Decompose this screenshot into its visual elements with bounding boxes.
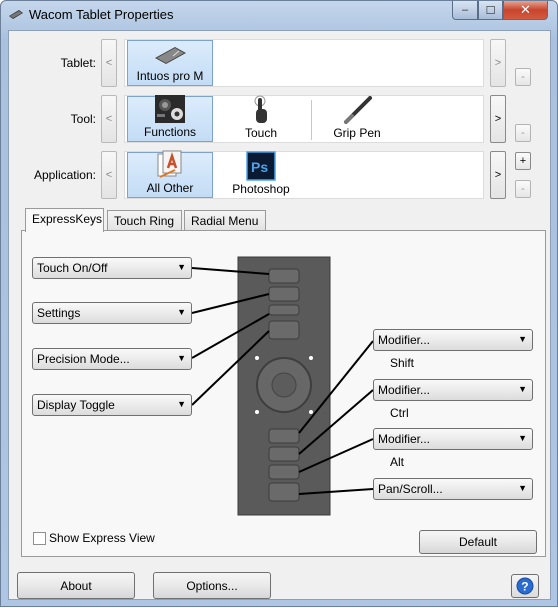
expresskey-5-dropdown[interactable]: Modifier... ▼ <box>373 329 533 351</box>
expresskey-7-value: Modifier... <box>378 432 431 446</box>
expresskey-7-dropdown[interactable]: Modifier... ▼ <box>373 428 533 450</box>
expresskey-6-value: Modifier... <box>378 383 431 397</box>
show-express-view-label: Show Express View <box>49 531 155 545</box>
svg-text:?: ? <box>521 580 528 594</box>
expresskey-5-value: Modifier... <box>378 333 431 347</box>
help-button[interactable]: ? <box>511 574 539 598</box>
expresskey-2 <box>268 286 300 302</box>
expresskey-2-value: Settings <box>37 306 81 320</box>
about-button[interactable]: About <box>17 572 135 599</box>
expresskey-3 <box>268 304 300 316</box>
expresskey-5 <box>268 428 300 444</box>
ring-led-4 <box>309 410 313 414</box>
chevron-down-icon: ▼ <box>518 433 527 443</box>
chevron-down-icon: ▼ <box>177 353 186 363</box>
expresskey-1 <box>268 268 300 284</box>
chevron-down-icon: ▼ <box>518 483 527 493</box>
expresskey-7-modifier-label: Alt <box>390 455 405 469</box>
expresskey-6-dropdown[interactable]: Modifier... ▼ <box>373 379 533 401</box>
expresskey-6 <box>268 446 300 462</box>
show-express-view-checkbox[interactable] <box>33 532 46 545</box>
ring-led-3 <box>255 410 259 414</box>
expresskey-3-dropdown[interactable]: Precision Mode... ▼ <box>32 348 192 370</box>
expresskey-3-value: Precision Mode... <box>37 352 130 366</box>
ring-led-2 <box>309 356 313 360</box>
expresskey-1-dropdown[interactable]: Touch On/Off ▼ <box>32 257 192 279</box>
default-button[interactable]: Default <box>419 530 537 554</box>
help-icon: ? <box>516 577 534 595</box>
tab-expresskeys[interactable]: ExpressKeys <box>25 208 104 232</box>
expresskey-1-value: Touch On/Off <box>37 261 108 275</box>
touch-ring-center <box>271 372 297 398</box>
chevron-down-icon: ▼ <box>177 262 186 272</box>
expresskey-4-dropdown[interactable]: Display Toggle ▼ <box>32 394 192 416</box>
expresskey-6-modifier-label: Ctrl <box>390 406 409 420</box>
wacom-properties-window: Wacom Tablet Properties – ☐ ✕ Tablet: < … <box>0 0 558 607</box>
expresskey-2-dropdown[interactable]: Settings ▼ <box>32 302 192 324</box>
ring-led-1 <box>255 356 259 360</box>
chevron-down-icon: ▼ <box>518 334 527 344</box>
chevron-down-icon: ▼ <box>177 307 186 317</box>
expresskey-5-modifier-label: Shift <box>390 356 415 370</box>
expresskey-4-value: Display Toggle <box>37 398 115 412</box>
expresskey-8 <box>268 482 300 502</box>
expresskey-8-dropdown[interactable]: Pan/Scroll... ▼ <box>373 478 533 500</box>
expresskey-7 <box>268 464 300 480</box>
options-button[interactable]: Options... <box>153 572 271 599</box>
chevron-down-icon: ▼ <box>177 399 186 409</box>
expresskey-4 <box>268 320 300 340</box>
expresskey-8-value: Pan/Scroll... <box>378 482 443 496</box>
chevron-down-icon: ▼ <box>518 384 527 394</box>
